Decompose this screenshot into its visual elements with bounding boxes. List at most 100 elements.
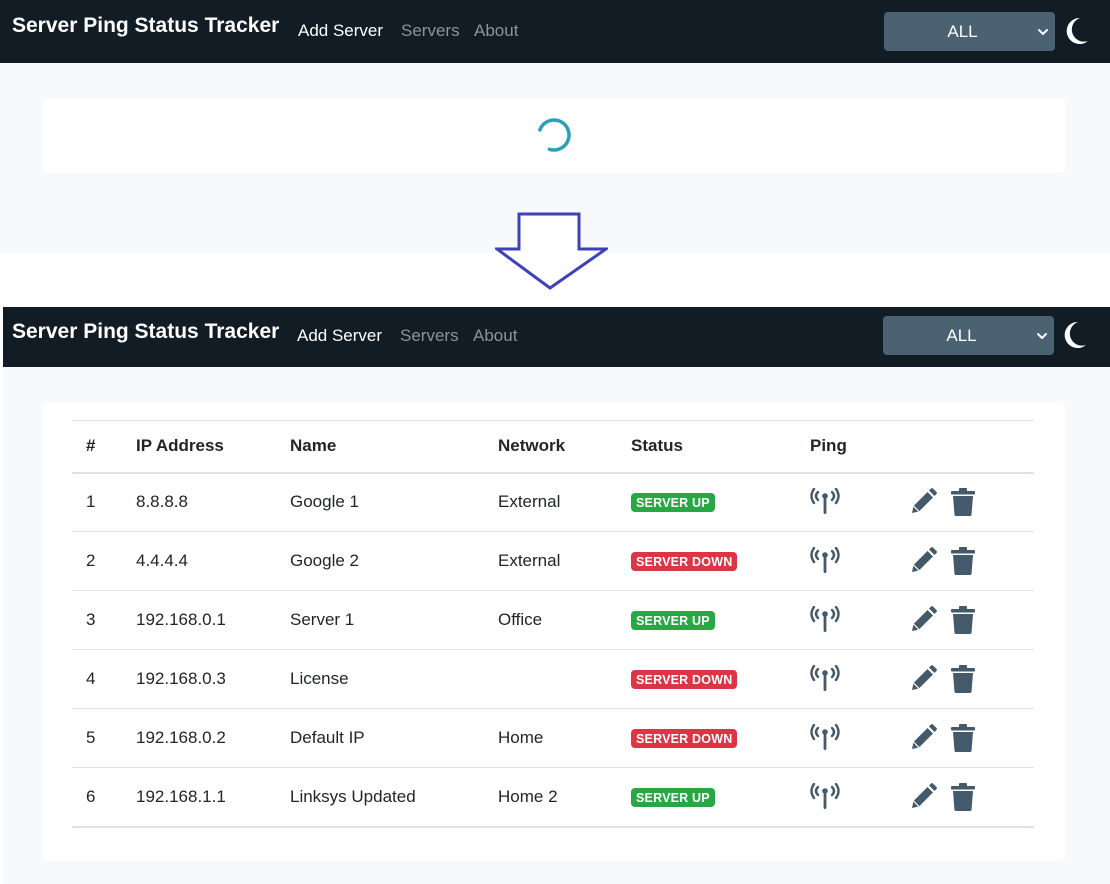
- cell-status: SERVER UP: [617, 590, 796, 650]
- cell-network: Home 2: [484, 767, 617, 828]
- cell-ip-address: 192.168.0.2: [122, 708, 276, 768]
- cell-ping: [796, 531, 889, 591]
- cell-network: Office: [484, 590, 617, 650]
- cell-ping: [796, 708, 889, 768]
- loading-card: [43, 98, 1066, 173]
- cell-name: Google 1: [276, 472, 484, 532]
- navbar: Server Ping Status Tracker Add Server Se…: [0, 0, 1110, 63]
- network-filter-select[interactable]: ALL: [884, 12, 1055, 51]
- nav-about[interactable]: About: [474, 21, 518, 41]
- antenna-ping-icon[interactable]: [810, 782, 840, 811]
- row-actions: [903, 665, 1034, 693]
- moon-icon[interactable]: [1063, 16, 1089, 46]
- cell-ip-address: 192.168.0.1: [122, 590, 276, 650]
- cell-ping: [796, 767, 889, 828]
- cell-name: Google 2: [276, 531, 484, 591]
- trash-delete-icon[interactable]: [951, 724, 975, 752]
- cell-status: SERVER UP: [617, 767, 796, 828]
- nav-servers[interactable]: Servers: [400, 326, 459, 346]
- cell-ip-address: 8.8.8.8: [122, 472, 276, 532]
- pencil-edit-icon[interactable]: [909, 606, 937, 634]
- chevron-down-icon: [1038, 29, 1048, 35]
- cell-actions: [889, 590, 1034, 650]
- pencil-edit-icon[interactable]: [909, 547, 937, 575]
- trash-delete-icon[interactable]: [951, 547, 975, 575]
- header-actions: [889, 421, 1034, 473]
- status-badge: SERVER UP: [631, 611, 715, 630]
- cell-ping: [796, 472, 889, 532]
- loaded-state-panel: Server Ping Status Tracker Add Server Se…: [3, 307, 1110, 884]
- table-row: 6 192.168.1.1 Linksys Updated Home 2 SER…: [72, 767, 1034, 828]
- cell-status: SERVER DOWN: [617, 531, 796, 591]
- table-header-row: # IP Address Name Network Status Ping: [72, 420, 1034, 473]
- header-network: Network: [498, 436, 566, 456]
- cell-ip-address: 192.168.0.3: [122, 649, 276, 709]
- header-name: Name: [290, 436, 337, 456]
- status-badge: SERVER DOWN: [631, 729, 738, 748]
- cell-network: External: [484, 472, 617, 532]
- cell-number: 4: [72, 649, 122, 709]
- servers-table: # IP Address Name Network Status Ping 1 …: [72, 420, 1034, 828]
- trash-delete-icon[interactable]: [951, 488, 975, 517]
- brand-title[interactable]: Server Ping Status Tracker: [12, 14, 279, 38]
- cell-number: 2: [72, 531, 122, 591]
- servers-table-card: # IP Address Name Network Status Ping 1 …: [42, 402, 1065, 861]
- trash-delete-icon[interactable]: [951, 665, 975, 693]
- antenna-ping-icon[interactable]: [810, 665, 840, 693]
- cell-ping: [796, 649, 889, 709]
- header-ip-address: IP Address: [136, 436, 224, 456]
- table-row: 1 8.8.8.8 Google 1 External SERVER UP: [72, 472, 1034, 532]
- nav-add-server[interactable]: Add Server: [297, 326, 382, 346]
- cell-name: License: [276, 649, 484, 709]
- cell-name: Default IP: [276, 708, 484, 768]
- cell-number: 6: [72, 767, 122, 828]
- trash-delete-icon[interactable]: [951, 782, 975, 811]
- cell-status: SERVER DOWN: [617, 649, 796, 709]
- cell-actions: [889, 767, 1034, 828]
- cell-actions: [889, 708, 1034, 768]
- cell-ip-address: 4.4.4.4: [122, 531, 276, 591]
- antenna-ping-icon[interactable]: [810, 724, 840, 752]
- pencil-edit-icon[interactable]: [909, 488, 937, 516]
- nav-servers[interactable]: Servers: [401, 21, 460, 41]
- table-row: 2 4.4.4.4 Google 2 External SERVER DOWN: [72, 531, 1034, 591]
- filter-selected-value: ALL: [947, 22, 978, 41]
- trash-delete-icon[interactable]: [951, 606, 975, 634]
- pencil-edit-icon[interactable]: [909, 665, 937, 693]
- header-ping: Ping: [810, 436, 847, 456]
- nav-add-server[interactable]: Add Server: [298, 21, 383, 41]
- antenna-ping-icon[interactable]: [810, 547, 840, 575]
- nav-about[interactable]: About: [473, 326, 517, 346]
- cell-actions: [889, 531, 1034, 591]
- cell-status: SERVER UP: [617, 472, 796, 532]
- moon-icon[interactable]: [1061, 320, 1087, 350]
- table-row: 4 192.168.0.3 License SERVER DOWN: [72, 649, 1034, 709]
- network-filter-select[interactable]: ALL: [883, 316, 1054, 355]
- cell-actions: [889, 649, 1034, 709]
- row-actions: [903, 724, 1034, 752]
- chevron-down-icon: [1037, 333, 1047, 339]
- brand-title[interactable]: Server Ping Status Tracker: [12, 320, 279, 344]
- pencil-edit-icon[interactable]: [909, 782, 937, 811]
- arrow-down-icon: [495, 212, 608, 290]
- table-row: 3 192.168.0.1 Server 1 Office SERVER UP: [72, 590, 1034, 650]
- status-badge: SERVER DOWN: [631, 552, 738, 571]
- loading-spinner-icon: [537, 118, 571, 152]
- antenna-ping-icon[interactable]: [810, 488, 840, 516]
- cell-network: External: [484, 531, 617, 591]
- antenna-ping-icon[interactable]: [810, 606, 840, 634]
- cell-name: Linksys Updated: [276, 767, 484, 828]
- row-actions: [903, 782, 1034, 811]
- header-status: Status: [631, 436, 683, 456]
- header-number: #: [86, 436, 96, 456]
- cell-actions: [889, 472, 1034, 532]
- row-actions: [903, 606, 1034, 634]
- cell-network: Home: [484, 708, 617, 768]
- table-row: 5 192.168.0.2 Default IP Home SERVER DOW…: [72, 708, 1034, 768]
- status-badge: SERVER UP: [631, 493, 715, 513]
- navbar: Server Ping Status Tracker Add Server Se…: [3, 307, 1110, 367]
- cell-status: SERVER DOWN: [617, 708, 796, 768]
- cell-ip-address: 192.168.1.1: [122, 767, 276, 828]
- pencil-edit-icon[interactable]: [909, 724, 937, 752]
- status-badge: SERVER DOWN: [631, 670, 738, 689]
